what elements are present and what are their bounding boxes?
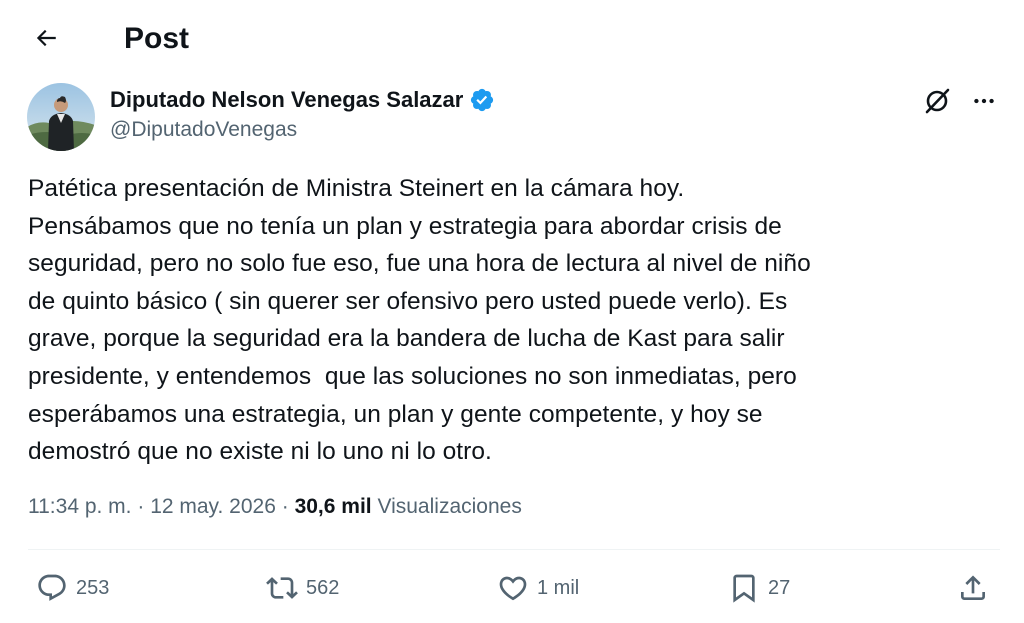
page-header: Post bbox=[0, 0, 1024, 78]
post-time[interactable]: 11:34 p. m. bbox=[28, 495, 132, 518]
bookmark-icon bbox=[733, 574, 755, 603]
avatar-image bbox=[27, 83, 95, 151]
back-button[interactable] bbox=[28, 20, 64, 56]
views-label: Visualizaciones bbox=[371, 495, 522, 518]
repost-button[interactable]: 562 bbox=[266, 568, 339, 608]
post-date[interactable]: 12 may. 2026 bbox=[150, 495, 276, 518]
reply-button[interactable]: 253 bbox=[36, 568, 109, 608]
bookmark-count: 27 bbox=[768, 576, 791, 599]
like-button[interactable]: 1 mil bbox=[497, 568, 579, 608]
author-name-text: Diputado Nelson Venegas Salazar bbox=[110, 87, 464, 112]
meta-separator: · bbox=[131, 495, 151, 518]
share-icon bbox=[961, 575, 985, 600]
share-button[interactable] bbox=[957, 568, 989, 608]
post-text: Patética presentación de Ministra Steine… bbox=[28, 175, 811, 466]
avatar[interactable] bbox=[27, 83, 95, 151]
grok-button[interactable] bbox=[919, 84, 957, 118]
meta-separator: · bbox=[275, 495, 295, 518]
repost-count: 562 bbox=[306, 576, 340, 599]
author-name[interactable]: Diputado Nelson Venegas Salazar bbox=[110, 86, 495, 114]
like-count: 1 mil bbox=[537, 576, 580, 599]
post-metadata: 11:34 p. m. · 12 may. 2026 · 30,6 mil Vi… bbox=[28, 492, 522, 522]
views-count: 30,6 mil bbox=[294, 495, 372, 518]
grok-icon bbox=[925, 88, 950, 114]
reply-count: 253 bbox=[76, 576, 110, 599]
more-button[interactable] bbox=[966, 84, 1002, 118]
like-icon bbox=[499, 576, 527, 601]
more-icon bbox=[974, 98, 994, 104]
reply-icon bbox=[38, 574, 66, 601]
bookmark-button[interactable]: 27 bbox=[728, 568, 790, 608]
page-title: Post bbox=[124, 22, 190, 55]
repost-icon bbox=[266, 577, 298, 599]
divider bbox=[28, 549, 1000, 550]
author-handle[interactable]: @DiputadoVenegas bbox=[110, 116, 297, 144]
verified-badge-icon bbox=[469, 87, 495, 113]
arrow-left-icon bbox=[36, 29, 56, 47]
